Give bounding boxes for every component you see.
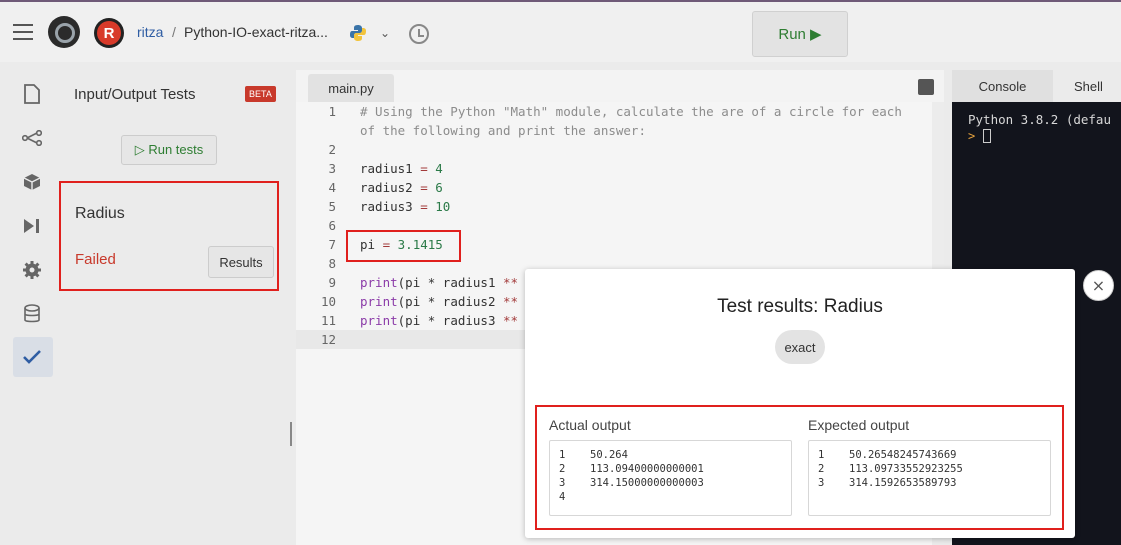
line-number: 4: [328, 180, 336, 195]
sidebar-icon-bar: [8, 70, 56, 545]
io-tests-title: Input/Output Tests: [74, 86, 196, 103]
code-line[interactable]: print(pi * radius2 **: [360, 294, 518, 309]
chevron-down-icon[interactable]: ⌄: [380, 26, 390, 40]
top-bar: R ritza / Python-IO-exact-ritza... ⌄ Run…: [0, 0, 1121, 62]
output-line-value: 113.09733552923255: [849, 463, 963, 475]
beta-badge: BETA: [245, 86, 276, 102]
breadcrumb-separator: /: [172, 24, 176, 40]
modal-title: Test results: Radius: [717, 296, 883, 317]
line-number: 6: [328, 218, 336, 233]
code-line[interactable]: print(pi * radius1 **: [360, 275, 518, 290]
run-button[interactable]: Run ▶: [752, 11, 848, 57]
output-line-number: 1: [818, 449, 825, 461]
breadcrumb-user[interactable]: ritza: [137, 24, 163, 40]
code-line[interactable]: print(pi * radius3 **: [360, 313, 518, 328]
tab-main-py[interactable]: main.py: [308, 74, 394, 102]
actual-output-pane[interactable]: 1 50.264 2 113.09400000000001 3 314.150000000…: [549, 440, 792, 516]
line-number: 2: [328, 142, 336, 157]
output-line-value: 50.264: [590, 449, 628, 461]
output-line: 1 50.264: [559, 449, 628, 461]
output-line: 2 113.09400000000001: [559, 463, 704, 475]
tab-console[interactable]: Console: [952, 70, 1053, 102]
code-line[interactable]: # Using the Python "Math" module, calcul…: [360, 104, 902, 119]
output-line-value: 113.09400000000001: [590, 463, 704, 475]
breadcrumb-repl-name[interactable]: Python-IO-exact-ritza...: [184, 24, 328, 40]
test-results-modal: Test results: Radius exact Actual output…: [525, 269, 1075, 538]
line-number: 5: [328, 199, 336, 214]
output-line: 3 314.1592653589793: [818, 477, 956, 489]
line-number: 7: [328, 237, 336, 252]
line-number: 10: [320, 294, 336, 309]
code-line[interactable]: of the following and print the answer:: [360, 123, 646, 138]
version-control-icon[interactable]: [20, 126, 44, 150]
console-tabs: Console Shell: [952, 70, 1121, 102]
pi-highlight-box: [346, 230, 461, 262]
console-prompt: >: [968, 129, 976, 143]
line-number: 9: [328, 275, 336, 290]
line-number: 1: [328, 104, 336, 119]
output-line: 1 50.26548245743669: [818, 449, 956, 461]
io-tests-panel: Input/Output Tests BETA ▷ Run tests Radi…: [57, 70, 287, 545]
output-line: 4: [559, 491, 590, 503]
test-status-failed: Failed: [75, 251, 116, 268]
pane-resize-handle[interactable]: [290, 422, 292, 446]
console-text: Python 3.8.2 (defau: [968, 112, 1111, 127]
line-number: 11: [320, 313, 336, 328]
output-line: 3 314.15000000000003: [559, 477, 704, 489]
output-line-number: 4: [559, 491, 566, 503]
database-icon[interactable]: [20, 302, 44, 326]
actual-output-label: Actual output: [549, 417, 631, 433]
expected-output-label: Expected output: [808, 417, 910, 433]
code-line[interactable]: radius3 = 10: [360, 199, 450, 214]
line-number: 12: [320, 332, 336, 347]
output-line-number: 2: [818, 463, 825, 475]
packages-icon[interactable]: [20, 170, 44, 194]
files-icon[interactable]: [20, 82, 44, 106]
console-cursor: [983, 129, 991, 143]
output-line-number: 3: [818, 477, 825, 489]
debugger-icon[interactable]: [20, 214, 44, 238]
code-line[interactable]: radius1 = 4: [360, 161, 443, 176]
line-number: 8: [328, 256, 336, 271]
output-line: 2 113.09733552923255: [818, 463, 963, 475]
line-number: 3: [328, 161, 336, 176]
user-avatar[interactable]: R: [94, 18, 124, 48]
output-comparison: Actual output Expected output 1 50.264 2 11…: [535, 405, 1064, 530]
python-language-icon: [350, 25, 366, 41]
history-icon[interactable]: [409, 24, 429, 44]
results-button[interactable]: Results: [208, 246, 274, 278]
output-line-number: 2: [559, 463, 566, 475]
run-tests-button[interactable]: ▷ Run tests: [121, 135, 217, 165]
expected-output-pane[interactable]: 1 50.26548245743669 2 113.09733552923255 3 31…: [808, 440, 1051, 516]
output-line-value: 314.15000000000003: [590, 477, 704, 489]
output-line-value: 50.26548245743669: [849, 449, 957, 461]
settings-gear-icon[interactable]: [20, 258, 44, 282]
test-name: Radius: [75, 205, 125, 222]
editor-menu-icon[interactable]: [918, 79, 934, 95]
test-card-radius[interactable]: Radius Failed Results: [59, 181, 279, 291]
replit-logo[interactable]: [48, 16, 80, 48]
close-modal-button[interactable]: ×: [1083, 270, 1114, 301]
output-line-number: 1: [559, 449, 566, 461]
output-line-value: 314.1592653589793: [849, 477, 957, 489]
output-line-number: 3: [559, 477, 566, 489]
tab-shell[interactable]: Shell: [1074, 70, 1121, 102]
match-mode-pill: exact: [775, 330, 825, 364]
check-tests-icon[interactable]: [20, 345, 44, 369]
hamburger-menu-icon[interactable]: [13, 24, 33, 40]
code-line[interactable]: radius2 = 6: [360, 180, 443, 195]
